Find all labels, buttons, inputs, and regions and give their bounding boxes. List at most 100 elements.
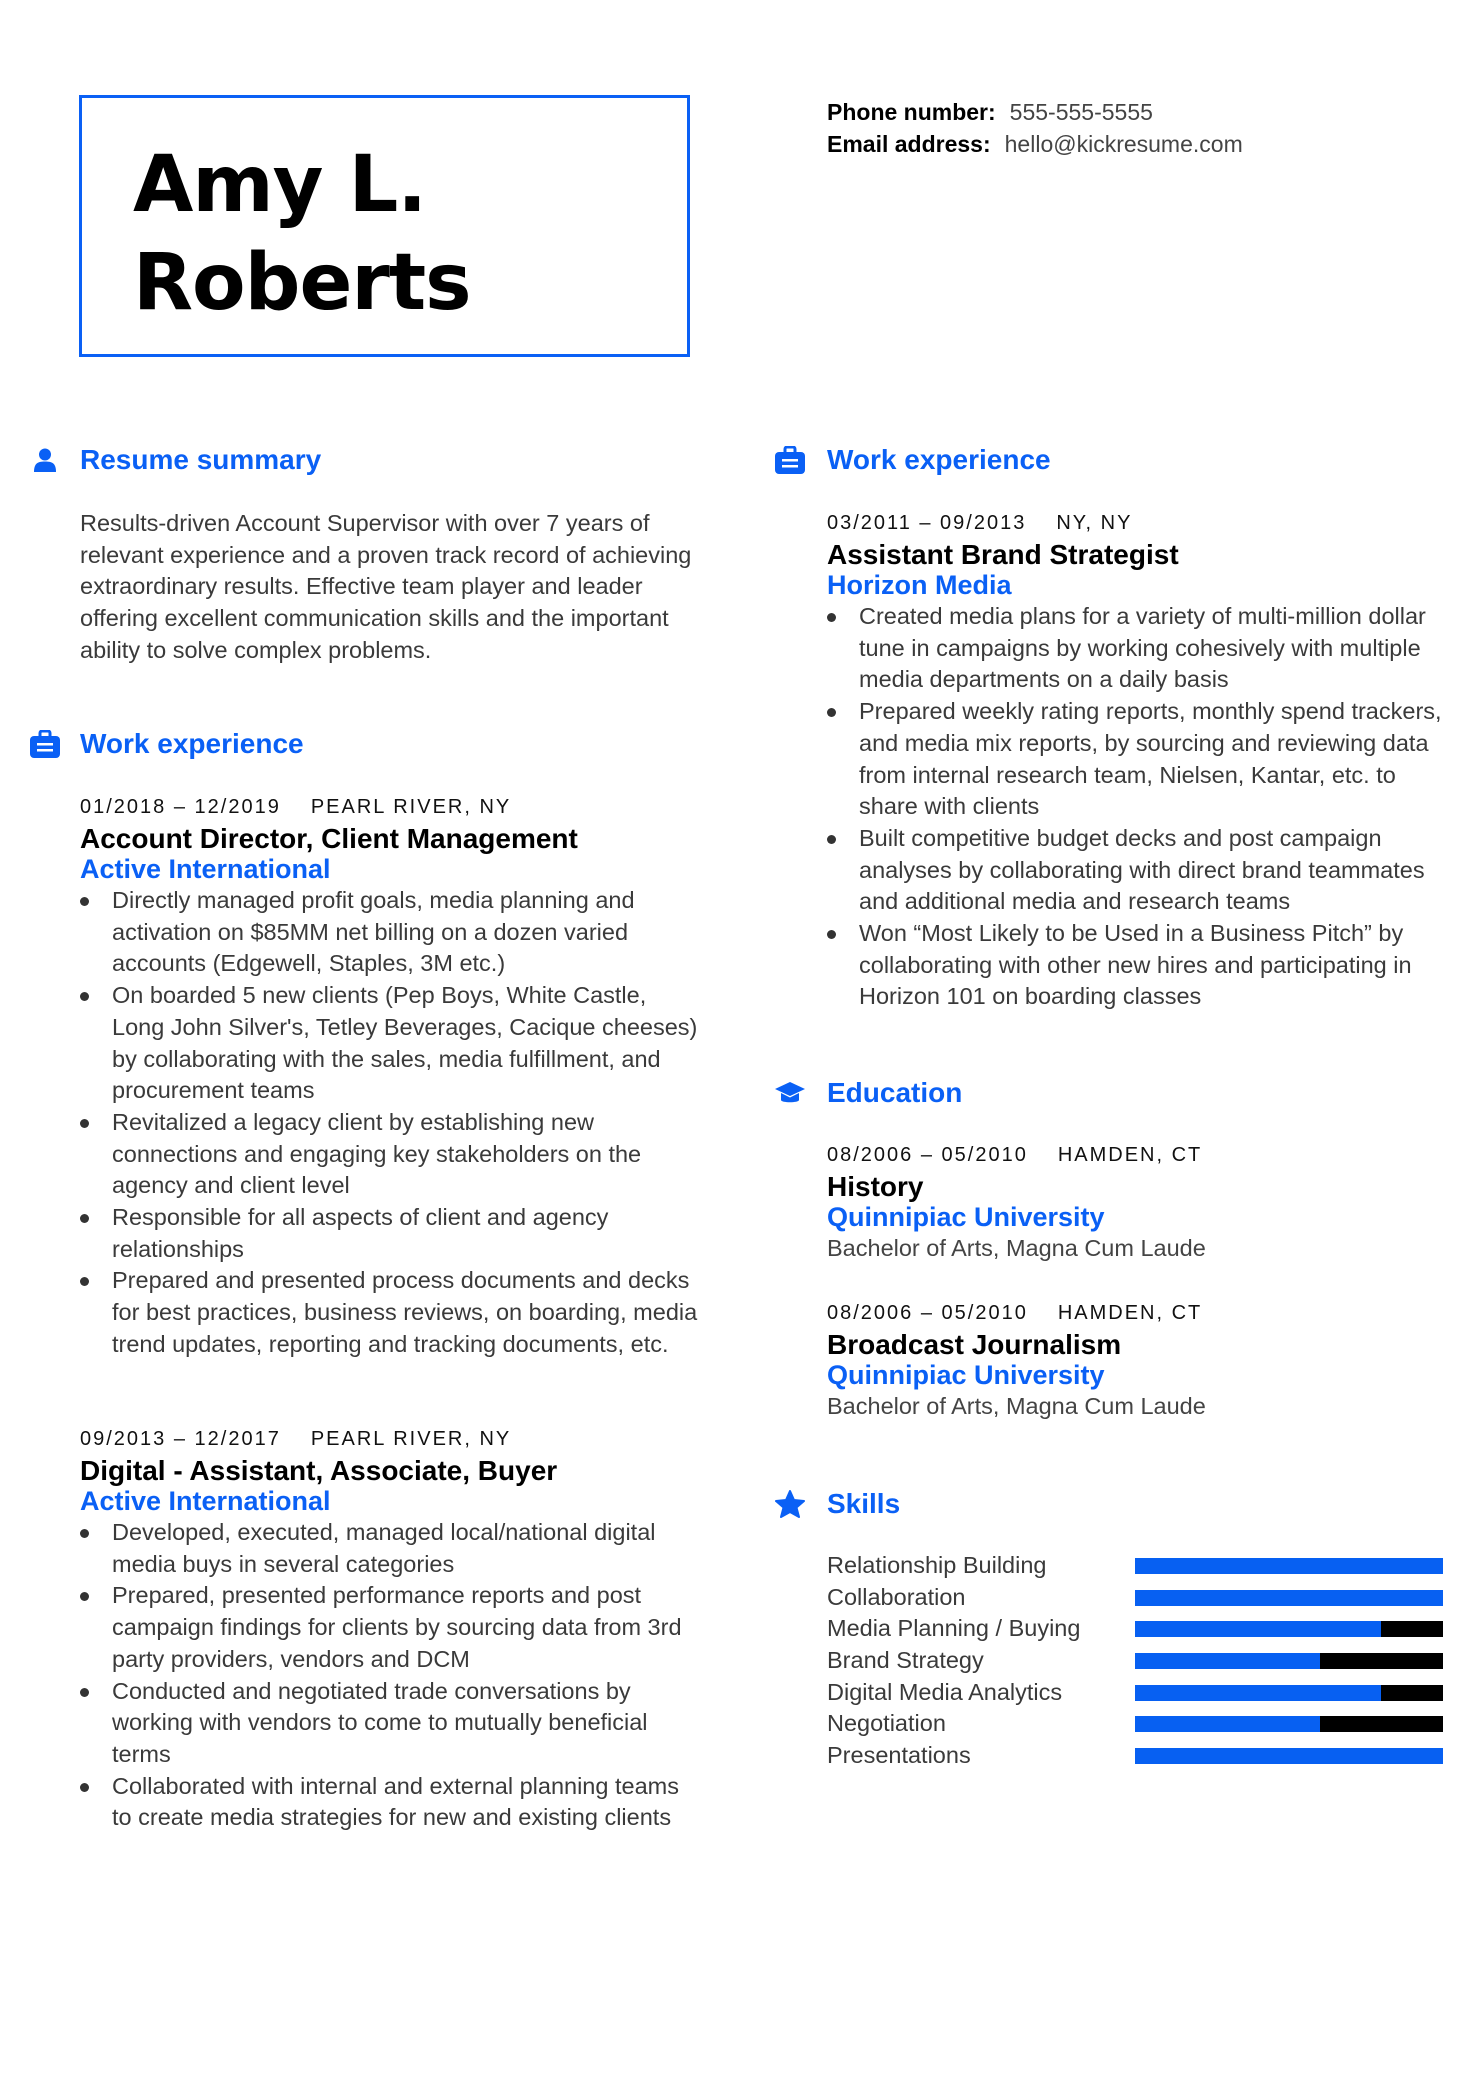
job-company: Active International [80,854,331,884]
job-meta: 01/2018 – 12/2019 PEARL RIVER, NY [80,792,700,823]
skill-name: Media Planning / Buying [827,1615,1081,1642]
skill-name: Relationship Building [827,1552,1047,1578]
contact-phone: Phone number: 555-555-5555 [827,96,1243,128]
job-bullets: Created media plans for a variety of mul… [827,601,1457,1013]
skill-row: Presentations [827,1740,1457,1772]
skill-level-fill [1135,1716,1320,1733]
skill-level-bar [1135,1684,1443,1701]
skill-name: Presentations [827,1742,971,1769]
skill-level-bar [1135,1589,1443,1606]
edu-school: Quinnipiac University [827,1202,1105,1232]
name-line-1: Amy L. [133,140,427,230]
section-title: Work experience [80,728,304,759]
job-location: PEARL RIVER, NY [310,1428,512,1450]
edu-dates: 08/2006 – 05/2010 [827,1144,1028,1166]
skill-level-fill [1135,1589,1443,1606]
list-item: Revitalized a legacy client by establish… [80,1107,700,1202]
skill-row: Media Planning / Buying [827,1613,1457,1645]
briefcase-icon [30,729,60,759]
list-item: Responsible for all aspects of client an… [80,1202,700,1265]
skill-level-bar [1135,1621,1443,1638]
phone-label: Phone number: [827,99,996,125]
skill-row: Relationship Building [827,1550,1457,1582]
edu-dates: 08/2006 – 05/2010 [827,1302,1028,1324]
list-item: Developed, executed, managed local/natio… [80,1517,700,1580]
section-heading-skills: Skills [775,1487,900,1521]
skill-level-fill [1135,1684,1382,1701]
job-company: Horizon Media [827,570,1012,600]
education-entry: 08/2006 – 05/2010 HAMDEN, CT History Quin… [827,1140,1457,1265]
job-location: PEARL RIVER, NY [310,796,512,818]
skill-row: Digital Media Analytics [827,1677,1457,1709]
section-title: Education [827,1077,963,1108]
skill-level-fill [1135,1621,1382,1638]
skill-level-bar [1135,1558,1443,1574]
edu-degree: Bachelor of Arts, Magna Cum Laude [827,1235,1206,1261]
list-item: Collaborated with internal and external … [80,1771,700,1834]
skill-row: Negotiation [827,1708,1457,1740]
edu-meta: 08/2006 – 05/2010 HAMDEN, CT [827,1140,1457,1171]
job-dates: 09/2013 – 12/2017 [80,1428,281,1450]
skill-row: Brand Strategy [827,1645,1457,1677]
job-title: Account Director, Client Management [80,823,578,854]
skill-name: Digital Media Analytics [827,1678,1063,1705]
skill-level-bar [1135,1716,1443,1733]
star-icon [775,1489,805,1519]
skills-list: Relationship Building Collaboration Medi… [827,1550,1457,1772]
graduation-cap-icon [775,1078,805,1108]
job-company: Active International [80,1486,331,1516]
edu-location: HAMDEN, CT [1057,1144,1203,1166]
section-heading-summary: Resume summary [30,443,321,477]
edu-field: History [827,1171,924,1202]
skill-name: Brand Strategy [827,1647,984,1674]
skill-level-bar [1135,1653,1443,1670]
list-item: Directly managed profit goals, media pla… [80,885,700,980]
list-item: Built competitive budget decks and post … [827,823,1457,918]
user-icon [30,445,60,475]
section-title: Work experience [827,444,1051,475]
edu-meta: 08/2006 – 05/2010 HAMDEN, CT [827,1298,1457,1329]
contact-info: Phone number: 555-555-5555 Email address:… [827,96,1243,160]
name-line-2: Roberts [133,238,472,328]
skill-level-fill [1135,1748,1443,1765]
job-location: NY, NY [1056,512,1133,534]
list-item: Won “Most Likely to be Used in a Busines… [827,918,1457,1013]
job-entry: 01/2018 – 12/2019 PEARL RIVER, NY Account… [80,792,700,1361]
briefcase-icon [775,445,805,475]
list-item: Created media plans for a variety of mul… [827,601,1457,696]
summary-text: Results-driven Account Supervisor with o… [80,510,692,663]
skill-level-fill [1135,1558,1443,1574]
skill-row: Collaboration [827,1582,1457,1614]
section-heading-education: Education [775,1076,962,1110]
job-meta: 09/2013 – 12/2017 PEARL RIVER, NY [80,1424,700,1455]
job-meta: 03/2011 – 09/2013 NY, NY [827,508,1457,539]
section-title: Skills [827,1488,901,1519]
edu-location: HAMDEN, CT [1057,1302,1203,1324]
list-item: On boarded 5 new clients (Pep Boys, Whit… [80,980,700,1107]
job-bullets: Developed, executed, managed local/natio… [80,1517,700,1834]
list-item: Prepared, presented performance reports … [80,1580,700,1675]
skill-level-bar [1135,1748,1443,1765]
candidate-name: Amy L. Roberts [133,136,472,332]
job-entry: 09/2013 – 12/2017 PEARL RIVER, NY Digital… [80,1424,700,1834]
email-label: Email address: [827,131,991,157]
phone-value: 555-555-5555 [1009,99,1153,125]
section-title: Resume summary [80,444,322,475]
job-dates: 01/2018 – 12/2019 [80,796,281,818]
edu-school: Quinnipiac University [827,1360,1105,1390]
education-entry: 08/2006 – 05/2010 HAMDEN, CT Broadcast Jo… [827,1298,1457,1423]
job-dates: 03/2011 – 09/2013 [827,512,1027,534]
job-bullets: Directly managed profit goals, media pla… [80,885,700,1361]
job-entry: 03/2011 – 09/2013 NY, NY Assistant Brand … [827,508,1457,1013]
edu-field: Broadcast Journalism [827,1329,1122,1360]
skill-level-fill [1135,1653,1320,1670]
list-item: Prepared and presented process documents… [80,1265,700,1360]
list-item: Prepared weekly rating reports, monthly … [827,696,1457,823]
job-title: Assistant Brand Strategist [827,539,1179,570]
name-box: Amy L. Roberts [79,95,690,357]
edu-degree: Bachelor of Arts, Magna Cum Laude [827,1393,1206,1419]
section-heading-work-left: Work experience [30,727,304,761]
job-title: Digital - Assistant, Associate, Buyer [80,1455,558,1486]
contact-email: Email address: hello@kickresume.com [827,128,1243,160]
list-item: Conducted and negotiated trade conversat… [80,1676,700,1771]
